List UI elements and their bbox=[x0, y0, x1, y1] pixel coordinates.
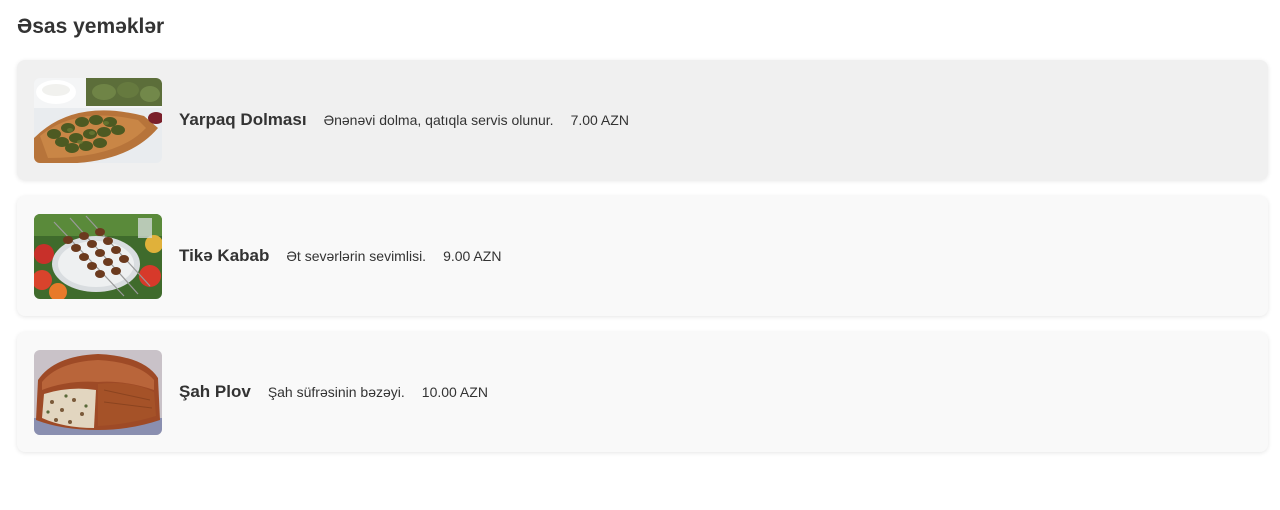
menu-item-tike-kabab[interactable]: Tikə Kabab Ət sevərlərin sevimlisi. 9.00… bbox=[17, 196, 1268, 316]
item-price: 10.00 AZN bbox=[421, 384, 488, 400]
item-name: Tikə Kabab bbox=[179, 246, 270, 265]
section-title: Əsas yeməklər bbox=[17, 15, 165, 38]
item-price: 9.00 AZN bbox=[443, 248, 502, 264]
item-description: Şah süfrəsinin bəzəyi. bbox=[267, 384, 405, 400]
item-description: Ənənəvi dolma, qatıqla servis olunur. bbox=[323, 112, 554, 128]
item-name: Şah Plov bbox=[179, 382, 251, 401]
dolma-photo bbox=[34, 77, 162, 163]
plov-photo bbox=[34, 349, 162, 435]
page: Əsas yeməklər Yarpaq Dolması Ənənəvi dol… bbox=[0, 0, 1280, 510]
kebab-photo bbox=[34, 213, 162, 299]
menu-list: Yarpaq Dolması Ənənəvi dolma, qatıqla se… bbox=[17, 60, 1268, 452]
item-price: 7.00 AZN bbox=[570, 112, 629, 128]
menu-item-sah-plov[interactable]: Şah Plov Şah süfrəsinin bəzəyi. 10.00 AZ… bbox=[17, 332, 1268, 452]
menu-item-yarpaq-dolmasi[interactable]: Yarpaq Dolması Ənənəvi dolma, qatıqla se… bbox=[17, 60, 1268, 180]
item-name: Yarpaq Dolması bbox=[179, 110, 307, 129]
item-description: Ət sevərlərin sevimlisi. bbox=[286, 248, 427, 264]
